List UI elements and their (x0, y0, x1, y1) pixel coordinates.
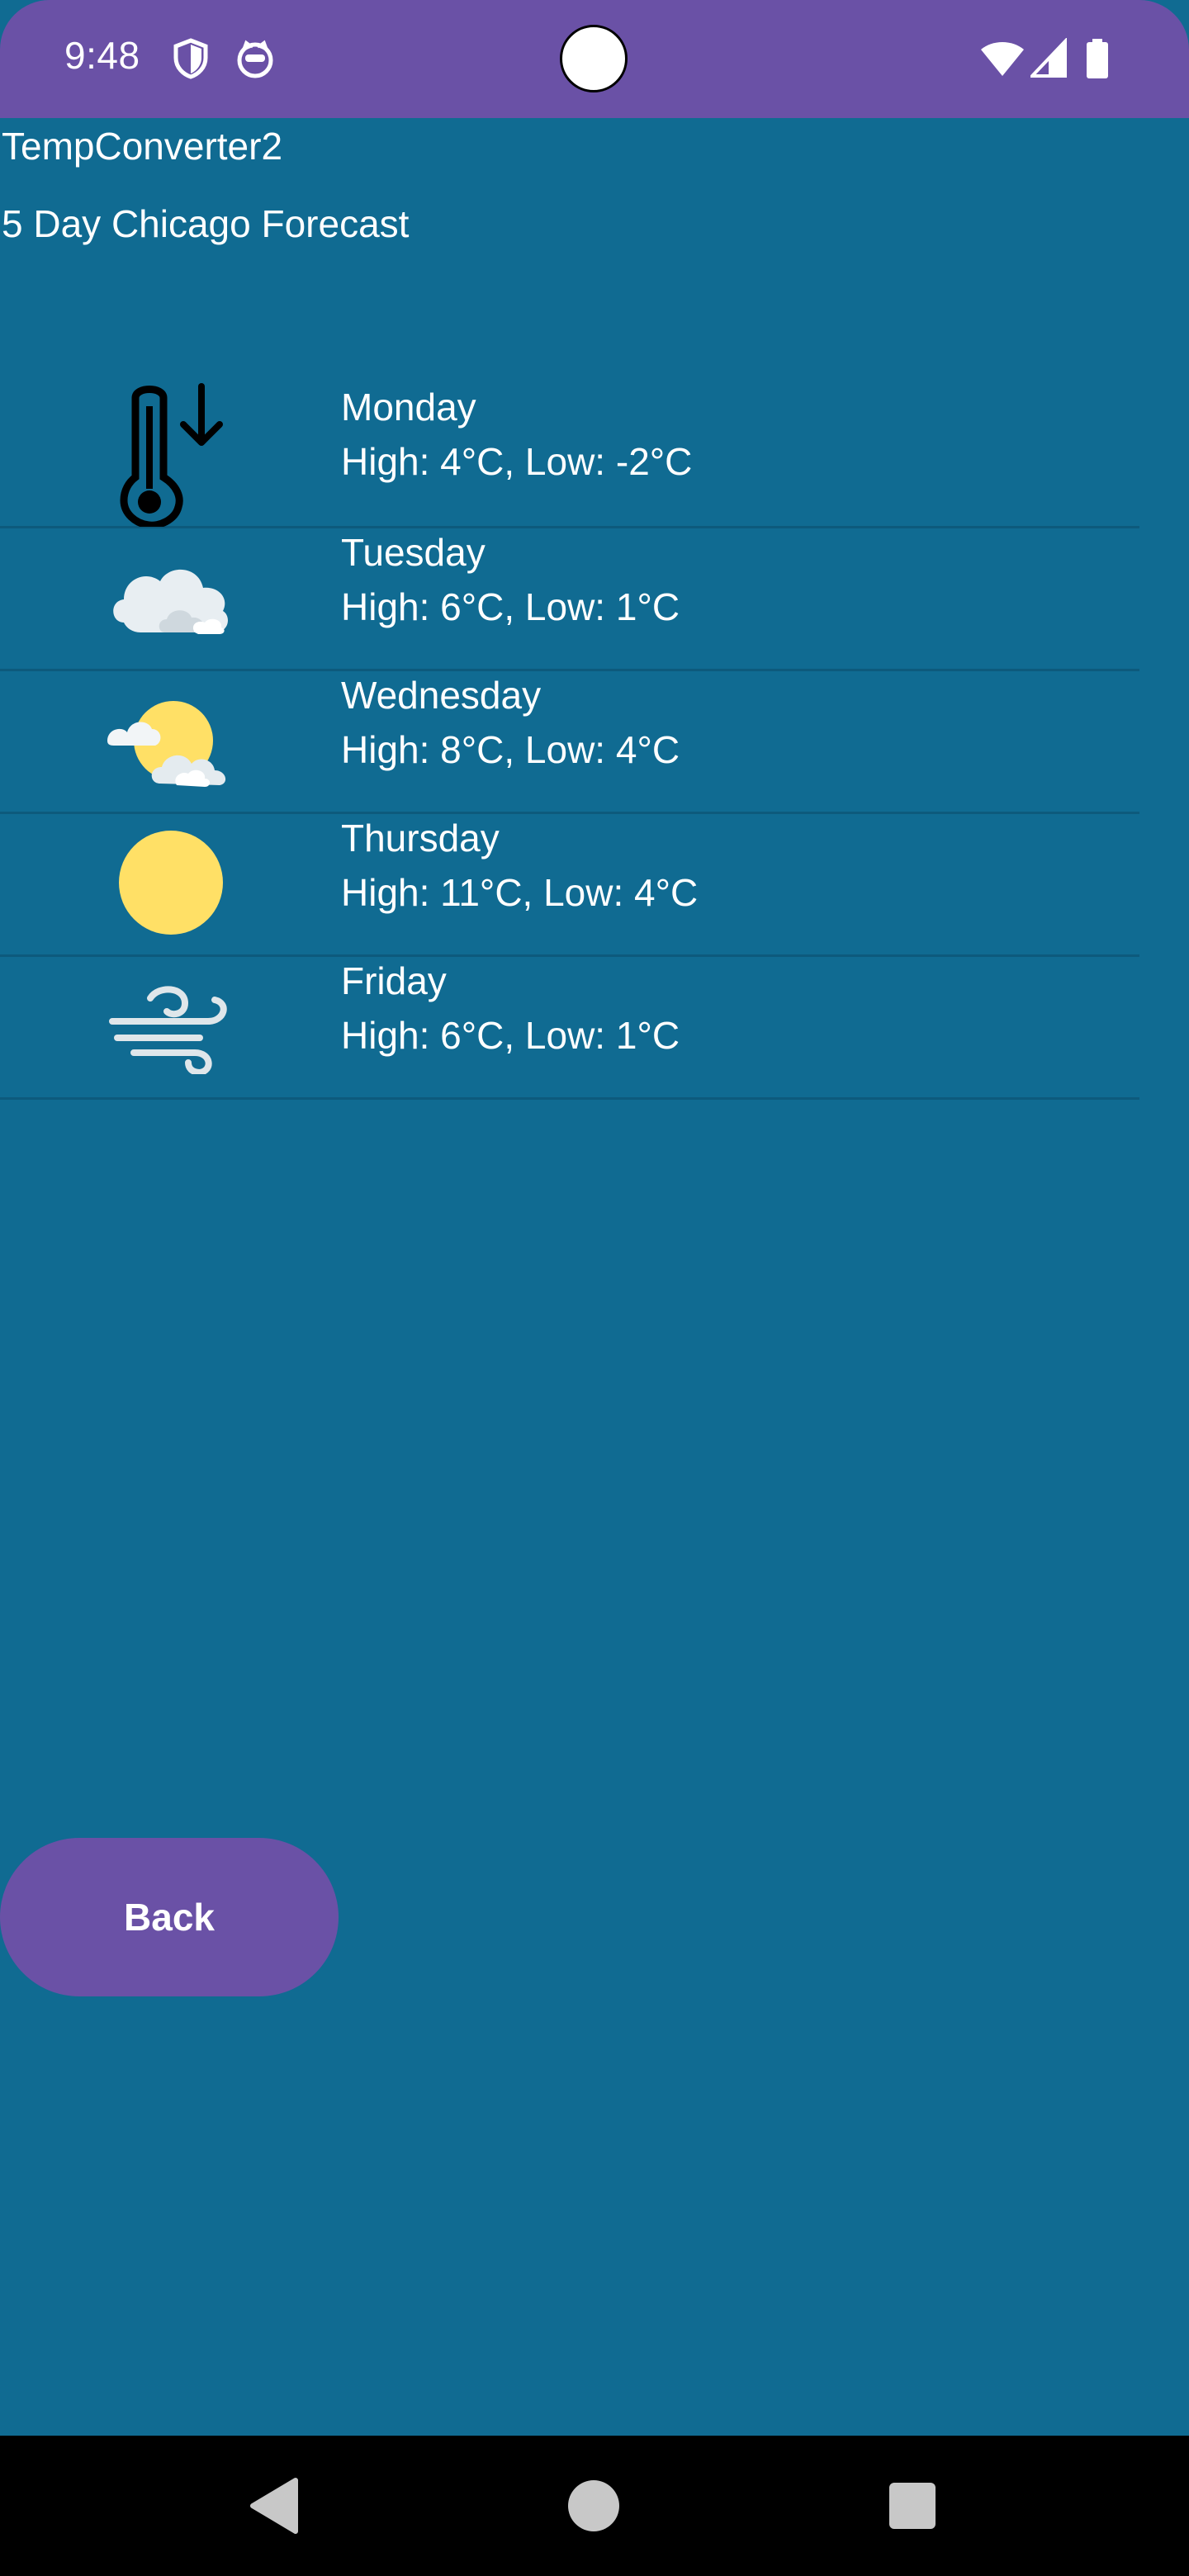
cellular-signal-icon (1030, 38, 1067, 78)
day-label: Tuesday (341, 531, 486, 574)
temperature-label: High: 4°C, Low: -2°C (341, 440, 693, 483)
shield-icon (173, 38, 208, 79)
day-label: Monday (341, 386, 476, 429)
partly-cloudy-icon (107, 701, 226, 787)
camera-cutout (560, 25, 628, 92)
app-title: TempConverter2 (2, 125, 283, 168)
back-button[interactable]: Back (0, 1838, 339, 1996)
day-label: Wednesday (341, 674, 542, 717)
sun-icon (119, 831, 223, 935)
recents-square-icon[interactable] (875, 2469, 950, 2543)
thermometer-down-icon (120, 383, 223, 527)
temperature-label: High: 6°C, Low: 1°C (341, 585, 680, 628)
home-circle-icon[interactable] (557, 2469, 631, 2543)
forecast-row-wednesday: Wednesday High: 8°C, Low: 4°C (0, 671, 1139, 814)
navigation-bar (0, 2436, 1189, 2576)
wind-icon (109, 986, 227, 1074)
forecast-row-monday: Monday High: 4°C, Low: -2°C (0, 363, 1139, 528)
temperature-label: High: 11°C, Low: 4°C (341, 871, 699, 914)
status-bar: 9:48 (0, 0, 1189, 118)
forecast-row-friday: Friday High: 6°C, Low: 1°C (0, 957, 1139, 1100)
temperature-label: High: 8°C, Low: 4°C (341, 728, 680, 771)
day-label: Friday (341, 959, 447, 1002)
temperature-label: High: 6°C, Low: 1°C (341, 1014, 680, 1057)
back-triangle-icon[interactable] (241, 2469, 315, 2543)
forecast-row-thursday: Thursday High: 11°C, Low: 4°C (0, 814, 1139, 957)
status-time: 9:48 (64, 34, 140, 77)
forecast-heading: 5 Day Chicago Forecast (2, 202, 410, 245)
cloudy-icon (113, 569, 228, 634)
battery-icon (1087, 39, 1108, 78)
forecast-row-tuesday: Tuesday High: 6°C, Low: 1°C (0, 528, 1139, 671)
wifi-icon (981, 42, 1024, 76)
cat-face-icon (237, 40, 273, 78)
day-label: Thursday (341, 817, 500, 859)
